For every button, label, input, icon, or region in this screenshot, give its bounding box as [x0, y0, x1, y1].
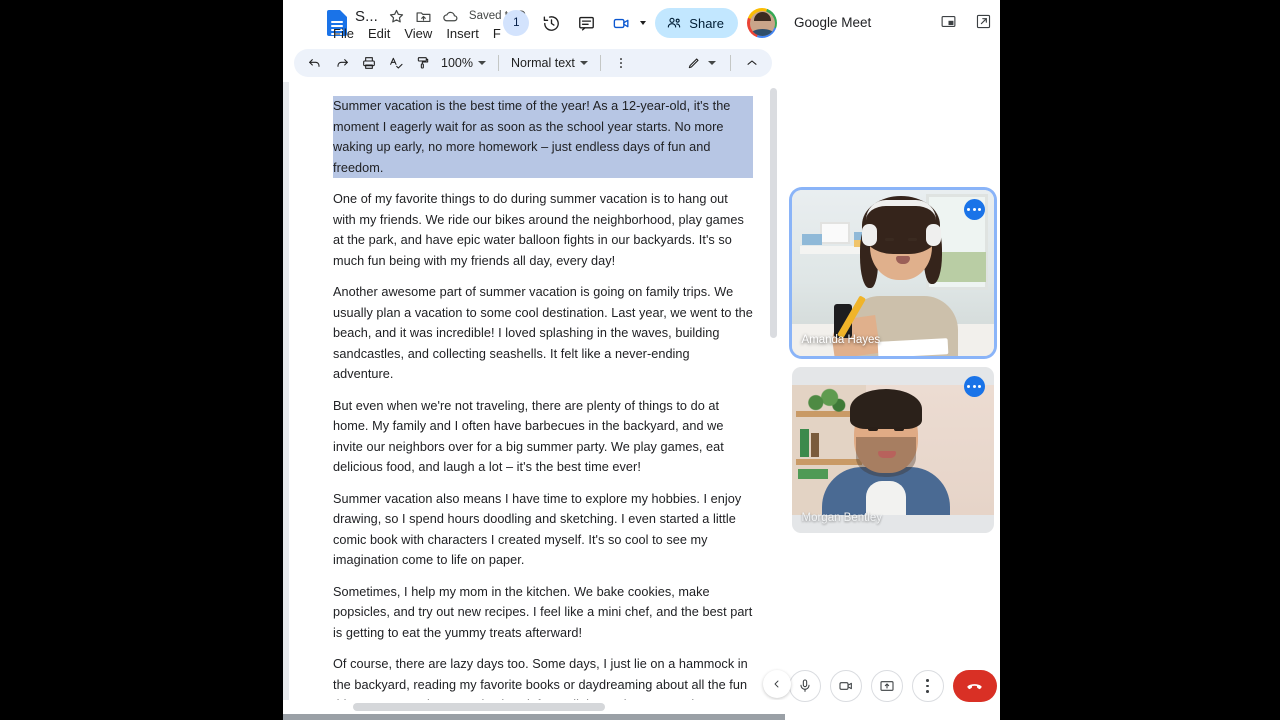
participant-video	[791, 190, 994, 356]
document-page[interactable]: Summer vacation is the best time of the …	[289, 82, 771, 700]
page-count-badge[interactable]: 1	[503, 10, 530, 36]
paragraph-selected[interactable]: Summer vacation is the best time of the …	[333, 96, 753, 178]
participant-video	[791, 367, 994, 533]
meet-camera-icon[interactable]	[608, 10, 634, 36]
paragraph[interactable]: Of course, there are lazy days too. Some…	[333, 654, 753, 700]
letterbox-right	[1000, 0, 1280, 720]
meet-header-actions	[940, 13, 992, 35]
app-screen: S... Saved to D File Edit View Insert F	[0, 0, 1280, 720]
menu-format[interactable]: F	[493, 26, 501, 41]
picture-in-picture-icon[interactable]	[940, 13, 957, 35]
meet-title: Google Meet	[794, 15, 872, 30]
camera-icon[interactable]	[829, 670, 862, 702]
share-button[interactable]: Share	[655, 8, 738, 38]
chevron-down-icon[interactable]	[708, 61, 716, 65]
participant-name: Morgan Bentley	[801, 512, 883, 524]
paragraph[interactable]: Sometimes, I help my mom in the kitchen.…	[333, 582, 753, 644]
zoom-level-dropdown[interactable]: 100%	[437, 51, 490, 75]
google-docs-app: S... Saved to D File Edit View Insert F	[283, 0, 785, 720]
paragraph[interactable]: One of my favorite things to do during s…	[333, 189, 753, 271]
comment-icon[interactable]	[573, 10, 599, 36]
participant-options-button[interactable]	[963, 376, 985, 397]
docs-header: S... Saved to D File Edit View Insert F	[283, 0, 785, 46]
paragraph[interactable]: Summer vacation also means I have time t…	[333, 489, 753, 571]
pen-edit-icon[interactable]	[681, 51, 706, 75]
collapse-panel-icon[interactable]	[763, 670, 791, 698]
chevron-down-icon	[477, 61, 486, 65]
open-in-new-icon[interactable]	[975, 13, 992, 35]
menu-edit[interactable]: Edit	[368, 26, 390, 41]
docs-header-actions: 1 Share	[503, 4, 777, 42]
leave-call-icon[interactable]	[952, 670, 997, 702]
toolbar-divider	[599, 55, 601, 71]
letterbox-left	[0, 0, 283, 720]
participant-name: Amanda Hayes	[801, 334, 881, 346]
more-options-icon[interactable]	[911, 670, 944, 702]
undo-icon[interactable]	[302, 51, 327, 75]
document-title-row: S... Saved to D	[355, 6, 526, 26]
zoom-level-value: 100%	[441, 56, 473, 70]
toolbar-divider	[497, 55, 499, 71]
version-history-icon[interactable]	[538, 10, 564, 36]
share-label: Share	[689, 15, 724, 31]
participant-options-button[interactable]	[963, 199, 985, 220]
chevron-down-icon	[579, 61, 588, 65]
horizontal-scrollbar-thumb[interactable]	[353, 703, 605, 711]
more-vertical-icon[interactable]	[609, 51, 634, 75]
horizontal-scrollbar[interactable]	[283, 700, 785, 714]
star-icon[interactable]	[388, 8, 405, 25]
paint-format-icon[interactable]	[410, 51, 435, 75]
menu-insert[interactable]: Insert	[446, 26, 479, 41]
toolbar-divider	[730, 55, 731, 71]
participant-tile[interactable]: Morgan Bentley	[791, 367, 994, 533]
present-screen-icon[interactable]	[870, 670, 903, 702]
paragraph[interactable]: But even when we're not traveling, there…	[333, 396, 753, 478]
google-meet-panel: Google Meet Amanda Hayes Morgan Bentley	[763, 0, 1000, 720]
docs-toolbar: 100% Normal text	[294, 49, 772, 77]
participant-tile[interactable]: Amanda Hayes	[791, 190, 994, 356]
participant-tiles: Amanda Hayes Morgan Bentley	[785, 190, 1000, 544]
spellcheck-icon[interactable]	[383, 51, 408, 75]
chevron-down-icon[interactable]	[640, 21, 647, 25]
menu-view[interactable]: View	[404, 26, 432, 41]
text-style-dropdown[interactable]: Normal text	[507, 51, 592, 75]
meet-header: Google Meet	[785, 0, 1000, 44]
paragraph[interactable]: Another awesome part of summer vacation …	[333, 282, 753, 385]
docs-menubar: File Edit View Insert F	[333, 26, 501, 41]
document-scroll-area[interactable]: Summer vacation is the best time of the …	[283, 82, 785, 700]
text-style-value: Normal text	[510, 56, 575, 70]
print-icon[interactable]	[356, 51, 381, 75]
window-bottom-edge	[283, 714, 785, 720]
meet-controls	[763, 660, 1000, 712]
vertical-scrollbar[interactable]	[770, 88, 777, 338]
menu-file[interactable]: File	[333, 26, 354, 41]
microphone-icon[interactable]	[788, 670, 821, 702]
chevron-up-icon[interactable]	[739, 51, 764, 75]
redo-icon[interactable]	[329, 51, 354, 75]
cloud-saved-icon	[442, 8, 459, 25]
move-to-folder-icon[interactable]	[415, 8, 432, 25]
page-title[interactable]: S...	[355, 8, 378, 25]
avatar[interactable]	[747, 8, 777, 38]
